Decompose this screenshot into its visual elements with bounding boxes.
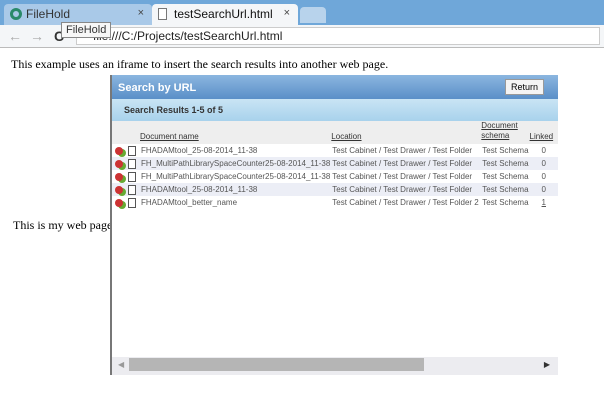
results-count: Search Results 1-5 of 5 xyxy=(112,99,558,121)
linked-count[interactable]: 1 xyxy=(530,196,558,209)
schema: Test Schema xyxy=(481,157,530,170)
document-name[interactable]: FHADAMtool_25-08-2014_11-38 xyxy=(140,183,332,196)
tooltip: FileHold xyxy=(61,22,112,38)
scroll-right-icon[interactable]: ▶ xyxy=(544,360,550,369)
intro-text: This example uses an iframe to insert th… xyxy=(11,57,389,71)
return-button[interactable]: Return xyxy=(504,79,544,95)
side-text: This is my web page! xyxy=(13,218,117,232)
table-row[interactable]: FHADAMtool_25-08-2014_11-38 Test Cabinet… xyxy=(112,183,558,196)
forward-icon[interactable]: → xyxy=(30,28,44,44)
status-icon xyxy=(115,159,123,168)
col-document-schema[interactable]: Document schema xyxy=(481,121,530,144)
document-icon xyxy=(128,145,136,156)
tab-label: testSearchUrl.html xyxy=(174,7,273,21)
linked-count: 0 xyxy=(541,172,546,181)
col-document-name[interactable]: Document name xyxy=(140,121,332,144)
location: Test Cabinet / Test Drawer / Test Folder xyxy=(331,183,482,196)
document-name[interactable]: FHADAMtool_25-08-2014_11-38 xyxy=(140,144,331,157)
address-bar[interactable]: file:///C:/Projects/testSearchUrl.html xyxy=(76,27,600,45)
document-name[interactable]: FH_MultiPathLibrarySpaceCounter25-08-201… xyxy=(140,157,332,170)
search-iframe: Search by URL Return Search Results 1-5 … xyxy=(110,75,558,375)
linked-count: 0 xyxy=(529,157,558,170)
page-icon xyxy=(158,8,167,20)
linked-count: 0 xyxy=(541,146,546,155)
document-icon xyxy=(128,197,136,208)
tab-testsearchurl[interactable]: testSearchUrl.html × xyxy=(152,4,298,25)
schema: Test Schema xyxy=(482,198,529,207)
location: Test Cabinet / Test Drawer / Test Folder xyxy=(332,146,473,155)
close-tab-icon[interactable]: × xyxy=(284,7,290,19)
results-table: Document name Location Document schema L… xyxy=(112,121,558,209)
location: Test Cabinet / Test Drawer / Test Folder… xyxy=(332,198,479,207)
new-tab-button[interactable] xyxy=(300,7,326,23)
linked-count: 0 xyxy=(529,183,558,196)
scrollbar-thumb[interactable] xyxy=(129,358,424,371)
table-row[interactable]: FH_MultiPathLibrarySpaceCounter25-08-201… xyxy=(112,157,558,170)
schema: Test Schema xyxy=(481,183,530,196)
status-icon xyxy=(115,198,123,207)
document-name[interactable]: FH_MultiPathLibrarySpaceCounter25-08-201… xyxy=(140,170,331,183)
location: Test Cabinet / Test Drawer / Test Folder xyxy=(331,157,482,170)
frame-header: Search by URL Return xyxy=(112,75,558,99)
document-icon xyxy=(128,158,136,169)
schema: Test Schema xyxy=(482,172,529,181)
table-row[interactable]: FHADAMtool_better_name Test Cabinet / Te… xyxy=(112,196,558,209)
schema: Test Schema xyxy=(482,146,529,155)
col-linked[interactable]: Linked xyxy=(529,121,558,144)
table-header: Document name Location Document schema L… xyxy=(112,121,558,144)
document-name[interactable]: FHADAMtool_better_name xyxy=(140,196,331,209)
status-icon xyxy=(115,146,123,155)
document-icon xyxy=(128,171,136,182)
table-row[interactable]: FH_MultiPathLibrarySpaceCounter25-08-201… xyxy=(112,170,558,183)
horizontal-scrollbar[interactable]: ◀ ▶ xyxy=(112,357,558,375)
filehold-logo-icon xyxy=(10,8,22,20)
status-icon xyxy=(115,185,123,194)
close-tab-icon[interactable]: × xyxy=(138,7,144,19)
table-row[interactable]: FHADAMtool_25-08-2014_11-38 Test Cabinet… xyxy=(112,144,558,157)
status-icon xyxy=(115,172,123,181)
frame-title: Search by URL xyxy=(118,82,197,94)
document-icon xyxy=(128,184,136,195)
tab-label: FileHold xyxy=(26,7,71,21)
scroll-left-icon[interactable]: ◀ xyxy=(118,360,124,369)
location: Test Cabinet / Test Drawer / Test Folder xyxy=(332,172,473,181)
col-location[interactable]: Location xyxy=(331,121,482,144)
back-icon[interactable]: ← xyxy=(8,28,22,44)
